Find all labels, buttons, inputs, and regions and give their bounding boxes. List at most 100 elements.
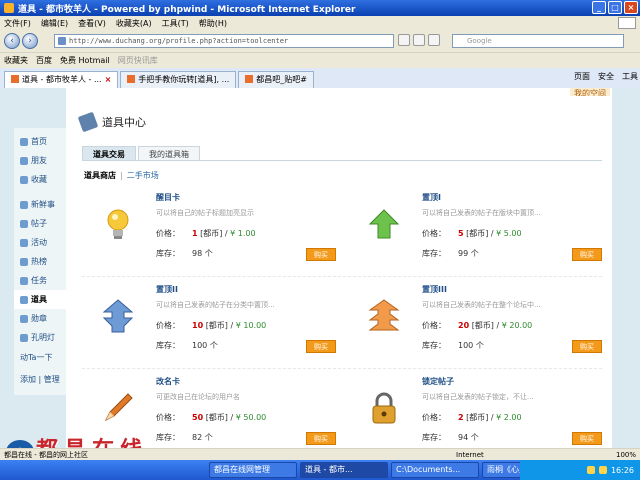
manage-link[interactable]: 管理 [44, 375, 60, 384]
nav-bottom-links: 添加 | 管理 [20, 375, 60, 384]
pencil-icon[interactable] [100, 390, 136, 426]
tray-icon[interactable] [586, 466, 595, 474]
go-icon[interactable] [428, 34, 440, 46]
up-arrow-green-icon[interactable] [366, 206, 402, 242]
stop-icon[interactable] [413, 34, 425, 46]
sidebar-item-9[interactable]: 勋章 [14, 309, 68, 328]
item-name[interactable]: 锁定帖子 [422, 376, 454, 387]
sidebar-item-4[interactable]: 帖子 [14, 214, 68, 233]
site-favicon-icon [11, 75, 19, 83]
nav-item-icon [20, 257, 28, 266]
browser-tab-guide[interactable]: 手把手教你玩转[道具], ... [120, 71, 237, 88]
item-name[interactable]: 置顶I [422, 192, 441, 203]
item-desc: 可以将自己发表的帖子在分类中置顶... [156, 301, 275, 309]
buy-button[interactable]: 购买 [572, 340, 602, 353]
browser-tab-daoju[interactable]: 道具 - 都市牧羊人 - ... × [4, 71, 119, 88]
maximize-button[interactable]: □ [608, 1, 622, 14]
buy-button[interactable]: 购买 [572, 248, 602, 261]
up-arrow-blue-icon[interactable] [100, 298, 136, 334]
menu-favorites[interactable]: 收藏夹(A) [116, 18, 152, 29]
menu-tools[interactable]: 工具(T) [162, 18, 189, 29]
sidebar-item-7[interactable]: 任务 [14, 271, 68, 290]
sidebar-item-5[interactable]: 活动 [14, 233, 68, 252]
item-price: 价格： 20 [都币] / ¥ 20.00 [422, 321, 533, 330]
sidebar-item-label: 勋章 [31, 314, 47, 323]
buy-button[interactable]: 购买 [306, 248, 336, 261]
nav-item-icon [20, 314, 28, 323]
minimize-button[interactable]: _ [592, 1, 606, 14]
item-name[interactable]: 置顶II [156, 284, 178, 295]
safety-menu-button[interactable]: 安全 [598, 71, 614, 82]
taskbar-button[interactable]: 都昌在线网管理 [209, 462, 297, 478]
menu-bar: 文件(F) 编辑(E) 查看(V) 收藏夹(A) 工具(T) 帮助(H) [0, 16, 640, 30]
item-desc: 可以将自己发表的帖子锁定，不让... [422, 393, 534, 401]
poke-link[interactable]: 动Ta一下 [14, 347, 68, 369]
item-name[interactable]: 置顶III [422, 284, 447, 295]
url-field[interactable]: http://www.duchang.org/profile.php?actio… [54, 34, 394, 48]
tab-close-icon[interactable]: × [105, 75, 112, 84]
tool-item-card: 置顶III 可以将自己发表的帖子在整个论坛中... 价格： 20 [都币] / ¥ 2… [346, 284, 606, 376]
buy-button[interactable]: 购买 [572, 432, 602, 445]
sidebar-item-6[interactable]: 热榜 [14, 252, 68, 271]
sidebar-item-0[interactable]: 首页 [14, 132, 68, 151]
tools-menu-button[interactable]: 工具 [622, 71, 638, 82]
item-price: 价格： 1 [都币] / ¥ 1.00 [156, 229, 256, 238]
fav-link-baidu[interactable]: 百度 [36, 55, 52, 66]
page-menu-button[interactable]: 页面 [574, 71, 590, 82]
sidebar-item-label: 新鲜事 [31, 200, 55, 209]
item-name[interactable]: 改名卡 [156, 376, 180, 387]
close-button[interactable]: × [624, 1, 638, 14]
taskbar-button[interactable]: 道具 - 都市... [300, 462, 388, 478]
item-stock: 库存： 99 个 [422, 249, 479, 258]
sidebar-item-2[interactable]: 收藏 [14, 170, 68, 189]
fav-link-hotmail[interactable]: 免费 Hotmail [60, 55, 110, 66]
nav-item-icon [20, 295, 28, 304]
address-bar: ‹ › http://www.duchang.org/profile.php?a… [0, 30, 640, 52]
favorites-bar: 收藏夹 百度 免费 Hotmail 网页快讯库 [0, 52, 640, 68]
tab-my-toolbox[interactable]: 我的道具箱 [138, 146, 200, 160]
buy-button[interactable]: 购买 [306, 432, 336, 445]
refresh-icon[interactable] [398, 34, 410, 46]
taskbar-button[interactable]: C:\Documents... [391, 462, 479, 478]
menu-help[interactable]: 帮助(H) [199, 18, 227, 29]
sidebar-item-1[interactable]: 朋友 [14, 151, 68, 170]
back-button[interactable]: ‹ [4, 33, 20, 49]
tool-center-icon [77, 111, 99, 133]
padlock-icon[interactable] [366, 390, 402, 426]
nav-item-icon [20, 200, 28, 209]
forward-button[interactable]: › [22, 33, 38, 49]
item-name[interactable]: 醒目卡 [156, 192, 180, 203]
sidebar-item-3[interactable]: 新鲜事 [14, 195, 68, 214]
sidebar-item-10[interactable]: 孔明灯 [14, 328, 68, 347]
tray-icon[interactable] [598, 466, 607, 474]
nav-item-icon [20, 333, 28, 342]
sidebar-item-label: 收藏 [31, 175, 47, 184]
zoom-level[interactable]: 100% [616, 451, 636, 459]
fav-link-webslice[interactable]: 网页快讯库 [118, 55, 158, 66]
nav-item-icon [20, 238, 28, 247]
sidebar-item-label: 任务 [31, 276, 47, 285]
add-link[interactable]: 添加 [20, 375, 36, 384]
item-desc: 可更改自己在论坛的用户名 [156, 393, 240, 401]
nav-item-icon [20, 276, 28, 285]
subnav-secondhand[interactable]: 二手市场 [127, 171, 159, 180]
web-page: 我的空间 首页 朋友 收藏 新鲜事 帖子 活动 热榜 任务 道具 勋章 孔明灯 动Ta一下 添加 | 管… [0, 88, 640, 460]
favorites-button[interactable]: 收藏夹 [4, 55, 28, 66]
windows-taskbar: 都昌在线网管理 道具 - 都市... C:\Documents... 雨桐《心灵地..… [0, 460, 640, 480]
up-arrow-orange-icon[interactable] [366, 298, 402, 334]
status-text: 都昌在线 - 都昌的网上社区 [4, 450, 88, 459]
sidebar-item-label: 首页 [31, 137, 47, 146]
ie-icon [4, 3, 14, 13]
menu-file[interactable]: 文件(F) [4, 18, 31, 29]
search-input[interactable]: Google [452, 34, 624, 48]
tab-tool-trade[interactable]: 道具交易 [82, 146, 136, 160]
menu-view[interactable]: 查看(V) [78, 18, 106, 29]
item-price: 价格： 10 [都币] / ¥ 10.00 [156, 321, 267, 330]
subnav-shop[interactable]: 道具商店 [84, 171, 116, 180]
sidebar-item-8[interactable]: 道具 [14, 290, 72, 309]
item-desc: 可以将自己的帖子标题加亮显示 [156, 209, 254, 217]
lightbulb-icon[interactable] [100, 206, 136, 242]
browser-tab-tieba[interactable]: 都昌吧_贴吧# [238, 71, 314, 88]
buy-button[interactable]: 购买 [306, 340, 336, 353]
menu-edit[interactable]: 编辑(E) [41, 18, 68, 29]
